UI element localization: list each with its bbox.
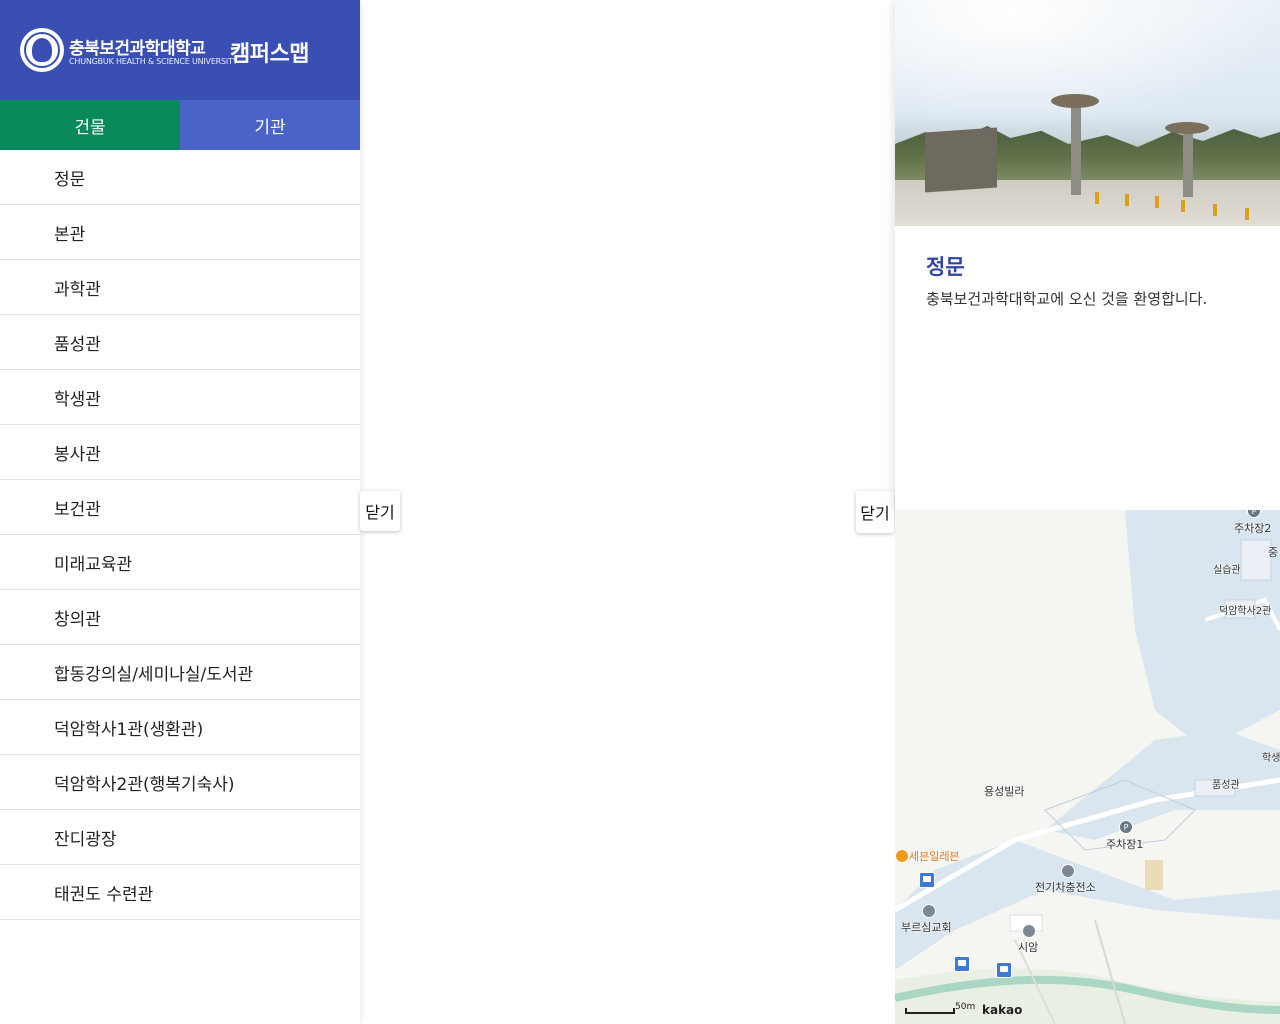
- map-label-student-hall: 학생: [1262, 753, 1280, 764]
- church-icon[interactable]: [922, 904, 936, 918]
- info-panel: 정문 충북보건과학대학교에 오신 것을 환영합니다.: [895, 0, 1280, 510]
- list-item-dorm-1[interactable]: 덕암학사1관(생환관): [0, 700, 360, 755]
- map-label-siam: 시암: [1018, 941, 1039, 954]
- campus-map-title: 캠퍼스맵: [230, 42, 309, 67]
- sidebar: 충북보건과학대학교 CHUNGBUK HEALTH & SCIENCE UNIV…: [0, 0, 360, 1024]
- list-item-lecture-library[interactable]: 합동강의실/세미나실/도서관: [0, 645, 360, 700]
- parking-icon[interactable]: P: [1119, 820, 1133, 834]
- university-english-name: CHUNGBUK HEALTH & SCIENCE UNIVERSITY: [69, 57, 238, 66]
- list-item-future-education-hall[interactable]: 미래교육관: [0, 535, 360, 590]
- convenience-store-icon[interactable]: [895, 849, 909, 863]
- map-scale-label: 50m: [955, 1002, 976, 1012]
- map-label-parking1: 주차장1: [1106, 838, 1144, 851]
- list-item-health-hall[interactable]: 보건관: [0, 480, 360, 535]
- info-title: 정문: [926, 255, 965, 279]
- list-item-dorm-2[interactable]: 덕암학사2관(행복기숙사): [0, 755, 360, 810]
- category-tabs: 건물 기관: [0, 100, 360, 150]
- list-item-pumseong-hall[interactable]: 품성관: [0, 315, 360, 370]
- siam-icon[interactable]: [1022, 924, 1036, 938]
- main-gate-photo: [895, 0, 1280, 226]
- list-item-main-building[interactable]: 본관: [0, 205, 360, 260]
- map-label-practice-hall: 실습관: [1213, 565, 1241, 576]
- campus-map[interactable]: 주차장2 중 실습관 덕암학사2관 학생 품성관 용성빌라 P 주차장1 세븐일…: [895, 510, 1280, 1024]
- map-label-edge: 중: [1268, 546, 1279, 559]
- map-base: [895, 510, 1280, 1024]
- map-label-parking2: 주차장2: [1234, 522, 1272, 535]
- list-item-creativity-hall[interactable]: 창의관: [0, 590, 360, 645]
- ev-charger-icon[interactable]: [1061, 864, 1075, 878]
- map-label-seven-eleven: 세븐일레븐: [909, 850, 960, 863]
- list-item-main-gate[interactable]: 정문: [0, 150, 360, 205]
- info-description: 충북보건과학대학교에 오신 것을 환영합니다.: [926, 290, 1208, 308]
- list-item-service-hall[interactable]: 봉사관: [0, 425, 360, 480]
- map-label-pumseong: 품성관: [1212, 780, 1240, 791]
- kakao-logo: kakao: [982, 1003, 1023, 1017]
- university-name: 충북보건과학대학교: [69, 39, 206, 59]
- tab-buildings[interactable]: 건물: [0, 100, 180, 150]
- list-item-science-hall[interactable]: 과학관: [0, 260, 360, 315]
- close-info-panel-button[interactable]: 닫기: [856, 491, 894, 533]
- university-logo-icon: [20, 28, 64, 72]
- list-item-lawn-plaza[interactable]: 잔디광장: [0, 810, 360, 865]
- bus-stop-icon[interactable]: [996, 962, 1012, 978]
- bus-stop-icon[interactable]: [919, 872, 935, 888]
- tab-institutions[interactable]: 기관: [180, 100, 360, 150]
- map-label-church: 부르심교회: [901, 921, 952, 934]
- close-sidebar-button[interactable]: 닫기: [360, 491, 400, 531]
- building-list: 정문 본관 과학관 품성관 학생관 봉사관 보건관 미래교육관 창의관 합동강의…: [0, 150, 360, 920]
- map-label-dorm2: 덕암학사2관: [1219, 606, 1272, 617]
- map-label-ev-charger: 전기차충전소: [1035, 881, 1096, 894]
- bus-stop-icon[interactable]: [954, 956, 970, 972]
- list-item-taekwondo-hall[interactable]: 태권도 수련관: [0, 865, 360, 920]
- brand-header: 충북보건과학대학교 CHUNGBUK HEALTH & SCIENCE UNIV…: [0, 0, 360, 100]
- map-scale-bar: [905, 1008, 955, 1014]
- map-label-yongseong-villa: 용성빌라: [984, 785, 1025, 798]
- list-item-student-hall[interactable]: 학생관: [0, 370, 360, 425]
